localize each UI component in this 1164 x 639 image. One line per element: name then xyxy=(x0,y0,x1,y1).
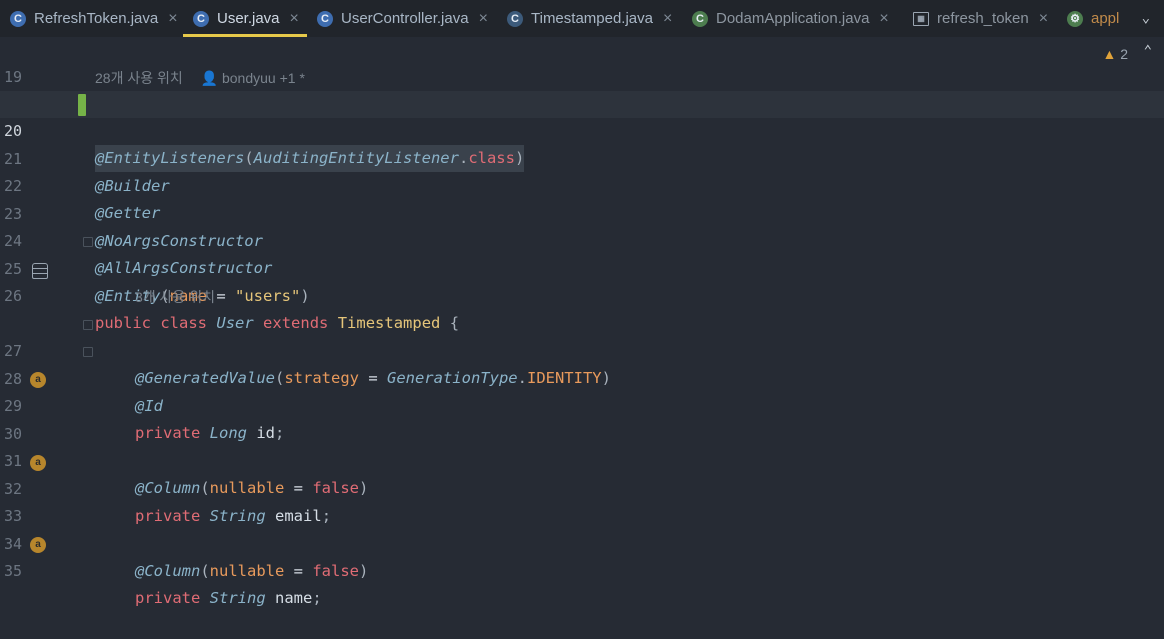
spring-boot-class-icon: C xyxy=(692,10,708,27)
tab-label: DodamApplication.java xyxy=(716,10,870,27)
field-icon[interactable]: a xyxy=(30,537,46,553)
tab-appl[interactable]: ⚙ appl xyxy=(1067,0,1119,37)
punct: ( xyxy=(200,562,210,580)
line-number: 26 xyxy=(4,287,23,305)
punct: ; xyxy=(312,589,322,607)
close-icon[interactable]: × xyxy=(1039,10,1048,28)
code-line[interactable]: 29 private Long id; xyxy=(0,366,1164,442)
fold-marker-icon[interactable] xyxy=(83,347,93,357)
close-icon[interactable]: × xyxy=(168,10,177,28)
tab-label: UserController.java xyxy=(341,10,469,27)
tab-usercontroller-java[interactable]: C UserController.java × xyxy=(317,0,488,37)
code-line[interactable]: 31 @Column(nullable = false) xyxy=(0,421,1164,497)
code-text: @Column(nullable = false) xyxy=(135,558,368,585)
database-entity-icon[interactable] xyxy=(32,263,48,279)
usages-count[interactable]: 3개 사용 위치 xyxy=(135,289,215,305)
operator: = xyxy=(284,562,313,580)
type: String xyxy=(209,589,266,607)
line-number: 19 xyxy=(4,68,23,86)
vcs-change-marker[interactable] xyxy=(78,94,86,116)
usages-hint[interactable]: 3개 사용 위치 xyxy=(135,287,215,307)
code-line[interactable]: 27 @GeneratedValue(strategy = Generation… xyxy=(0,311,1164,387)
abstract-class-icon: C xyxy=(507,10,523,27)
class-icon: C xyxy=(317,10,333,27)
editor-tab-bar: C RefreshToken.java × C User.java × C Us… xyxy=(0,0,1164,38)
close-icon[interactable]: × xyxy=(479,10,488,28)
code-line[interactable]: 23 @NoArgsConstructor xyxy=(0,174,1164,250)
table-icon: ▦ xyxy=(913,11,929,26)
close-icon[interactable]: × xyxy=(290,10,299,28)
code-line[interactable]: 24 @AllArgsConstructor xyxy=(0,201,1164,277)
tab-label: RefreshToken.java xyxy=(34,10,159,27)
code-line[interactable]: 28 @Id xyxy=(0,339,1164,415)
close-icon[interactable]: × xyxy=(663,10,672,28)
usages-hint[interactable]: 28개 사용 위치 👤 bondyuu +1 * xyxy=(95,68,305,88)
keyword: false xyxy=(312,562,359,580)
code-line-current[interactable]: 20 @EntityListeners(AuditingEntityListen… xyxy=(0,91,1164,172)
punct: ) xyxy=(359,562,369,580)
code-line[interactable]: 33 xyxy=(0,476,1164,525)
tab-label: appl xyxy=(1091,10,1120,27)
tab-label: refresh_token xyxy=(937,10,1029,27)
code-line[interactable]: 26 public class User extends Timestamped… xyxy=(0,256,1164,332)
fold-marker-icon[interactable] xyxy=(83,237,93,247)
tab-refreshtoken-java[interactable]: C RefreshToken.java × xyxy=(10,0,178,37)
tab-user-java[interactable]: C User.java × xyxy=(183,0,307,37)
code-editor[interactable]: ▲ 2 ⌃ 19 28개 사용 위치 👤 bondyuu +1 * 20 @En… xyxy=(0,37,1164,607)
chevron-down-icon[interactable]: ⌄ xyxy=(1142,10,1150,26)
punct: ) xyxy=(300,287,310,305)
code-line[interactable]: 35 private String name; xyxy=(0,531,1164,607)
fold-marker-icon[interactable] xyxy=(83,320,93,330)
field-icon[interactable]: a xyxy=(30,455,46,471)
identifier: name xyxy=(275,589,313,607)
attribute: nullable xyxy=(209,562,285,580)
code-line[interactable]: 32 private String email; xyxy=(0,449,1164,525)
code-line[interactable]: 21 @Builder xyxy=(0,119,1164,195)
tab-timestamped-java[interactable]: C Timestamped.java × xyxy=(507,0,672,37)
code-line[interactable]: 30 xyxy=(0,394,1164,443)
tab-refresh-token-table[interactable]: ▦ refresh_token × xyxy=(913,0,1048,37)
tab-dodamapplication-java[interactable]: C DodamApplication.java × xyxy=(692,0,889,37)
id-field-icon[interactable]: a xyxy=(30,372,46,388)
code-line[interactable]: 25 @Entity(name = "users") xyxy=(0,229,1164,305)
usages-count[interactable]: 28개 사용 위치 xyxy=(95,70,183,86)
code-text: private String name; xyxy=(135,585,322,612)
class-icon: C xyxy=(193,10,209,27)
author-hint[interactable]: bondyuu +1 * xyxy=(222,70,305,86)
person-icon: 👤 xyxy=(200,70,219,86)
string: "users" xyxy=(235,287,301,305)
keyword: private xyxy=(135,589,201,607)
code-line[interactable]: 19 xyxy=(0,37,1164,86)
code-line[interactable]: 34 @Column(nullable = false) xyxy=(0,504,1164,580)
close-icon[interactable]: × xyxy=(879,10,888,28)
class-icon: C xyxy=(10,10,26,27)
line-number: 35 xyxy=(4,562,23,580)
code-line[interactable]: 22 @Getter xyxy=(0,146,1164,222)
annotation: @Column xyxy=(135,562,201,580)
spring-boot-icon: ⚙ xyxy=(1067,10,1083,27)
tab-label: Timestamped.java xyxy=(531,10,653,27)
tab-label: User.java xyxy=(217,10,280,27)
